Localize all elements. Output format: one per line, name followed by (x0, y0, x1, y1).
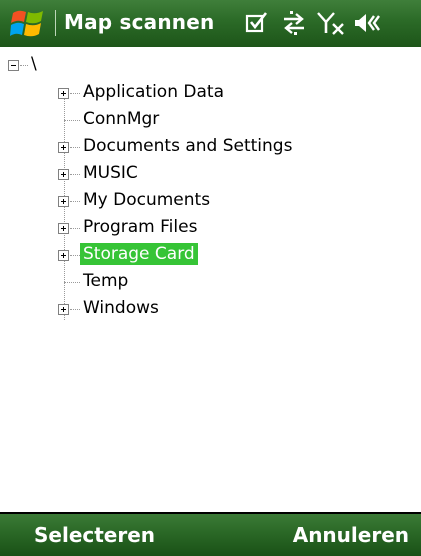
tree-item-label: Documents and Settings (83, 136, 293, 156)
tree-root-label: \ (31, 54, 37, 74)
tree-item-label: Program Files (83, 217, 198, 237)
expand-icon[interactable] (58, 250, 69, 261)
tree-item-music[interactable]: MUSIC (0, 160, 421, 187)
speaker-mute-icon[interactable] (353, 9, 381, 37)
title-separator (55, 10, 56, 36)
expand-icon[interactable] (58, 196, 69, 207)
tree-item-connmgr[interactable]: ConnMgr (0, 106, 421, 133)
cancel-softkey[interactable]: Annuleren (293, 523, 409, 547)
no-signal-icon[interactable] (316, 9, 346, 37)
tree-item-temp[interactable]: Temp (0, 268, 421, 295)
expand-icon[interactable] (58, 142, 69, 153)
collapse-icon[interactable] (8, 60, 19, 71)
window-title: Map scannen (64, 10, 215, 34)
expand-icon[interactable] (58, 304, 69, 315)
windows-start-icon[interactable] (10, 7, 46, 41)
tree-item-windows[interactable]: Windows (0, 295, 421, 322)
tree-item-label: My Documents (83, 190, 211, 210)
tree-item-label: Application Data (83, 82, 224, 102)
tree-item-documents-and-settings[interactable]: Documents and Settings (0, 133, 421, 160)
tree-item-label: Windows (83, 298, 159, 318)
expand-icon[interactable] (58, 88, 69, 99)
expand-icon[interactable] (58, 169, 69, 180)
folder-tree[interactable]: \ Application Data ConnMgr Documents and… (0, 47, 421, 512)
tree-item-label: Temp (83, 271, 129, 291)
select-softkey[interactable]: Selecteren (34, 523, 155, 547)
tree-item-storage-card[interactable]: Storage Card (0, 241, 421, 268)
checkbox-icon[interactable] (245, 9, 269, 37)
tree-item-label: ConnMgr (83, 109, 160, 129)
data-connection-icon[interactable] (281, 9, 307, 37)
tree-root[interactable]: \ (0, 51, 421, 78)
title-bar: Map scannen (0, 0, 421, 47)
tree-item-label-selected: Storage Card (80, 243, 198, 265)
expand-icon[interactable] (58, 223, 69, 234)
tree-item-application-data[interactable]: Application Data (0, 79, 421, 106)
tree-item-program-files[interactable]: Program Files (0, 214, 421, 241)
tree-item-label: MUSIC (83, 163, 138, 183)
softkey-bar: Selecteren Annuleren (0, 514, 421, 556)
tree-item-my-documents[interactable]: My Documents (0, 187, 421, 214)
